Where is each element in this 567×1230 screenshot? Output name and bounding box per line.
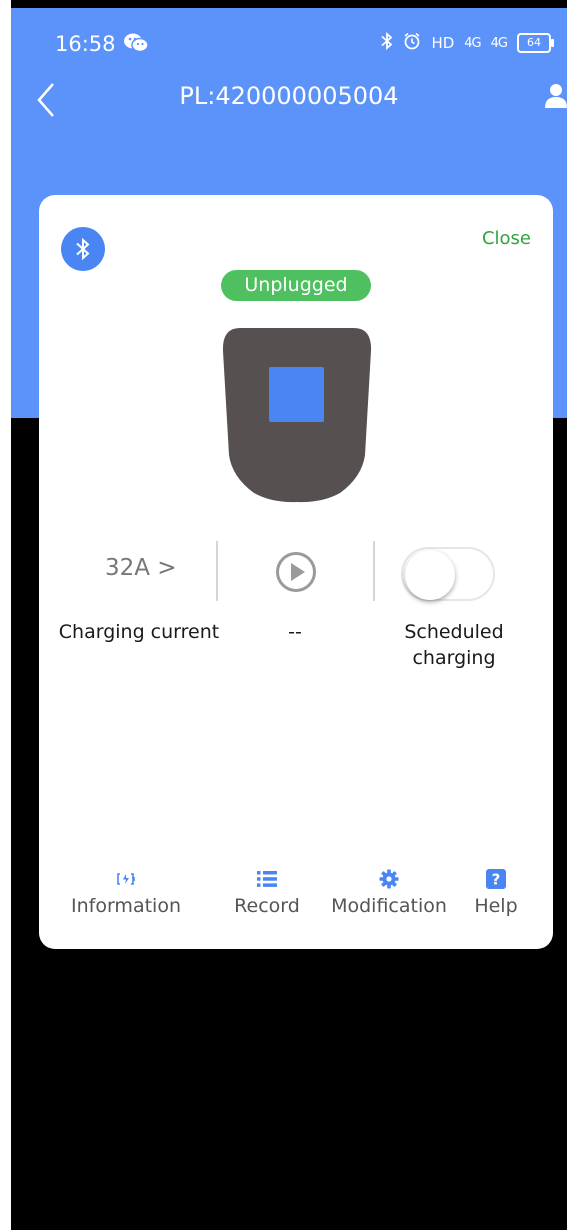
- toggle-knob: [405, 550, 455, 600]
- app-screen: 16:58 HD 4G 4G 64 PL:420000005004 Close …: [11, 0, 567, 1230]
- nav-help[interactable]: ? Help: [465, 867, 527, 917]
- divider: [373, 541, 375, 601]
- bluetooth-icon: [76, 237, 90, 261]
- svg-text:?: ?: [492, 871, 501, 889]
- alarm-icon: [403, 32, 421, 54]
- bluetooth-button[interactable]: [61, 227, 105, 271]
- charging-status-label: --: [288, 621, 302, 643]
- bottom-nav: Information Record Modification ? Help: [39, 867, 553, 927]
- nav-information[interactable]: Information: [71, 867, 181, 917]
- scheduled-charging-toggle[interactable]: [401, 547, 495, 601]
- wechat-icon: [123, 32, 149, 58]
- charging-current-label: Charging current: [58, 621, 220, 643]
- battery-charge-icon: [71, 867, 181, 891]
- close-button[interactable]: Close: [482, 228, 531, 249]
- status-time: 16:58: [55, 32, 116, 56]
- charging-current-selector[interactable]: 32A >: [105, 555, 177, 581]
- status-badge: Unplugged: [221, 270, 371, 301]
- nav-record-label: Record: [234, 895, 300, 917]
- scheduled-label-line2: charging: [412, 647, 496, 669]
- nav-information-label: Information: [71, 895, 181, 917]
- user-button[interactable]: [545, 82, 567, 112]
- charger-card: Close Unplugged 32A > Charging current -…: [39, 195, 553, 949]
- status-bar: 16:58 HD 4G 4G 64: [11, 30, 567, 62]
- nav-modification-label: Modification: [331, 895, 447, 917]
- signal-icon-1: 4G: [464, 35, 481, 51]
- status-indicators: HD 4G 4G 64: [381, 32, 554, 54]
- scheduled-charging-label: Scheduled charging: [389, 619, 519, 671]
- user-icon: [545, 84, 567, 108]
- signal-icon-2: 4G: [490, 35, 508, 51]
- play-icon: [276, 552, 316, 592]
- stop-button[interactable]: [269, 367, 324, 422]
- start-charging-button[interactable]: [275, 551, 317, 593]
- nav-modification[interactable]: Modification: [329, 867, 449, 917]
- divider: [216, 541, 218, 601]
- help-icon: ?: [465, 867, 527, 891]
- nav-help-label: Help: [474, 895, 518, 917]
- scheduled-label-line1: Scheduled: [404, 621, 504, 643]
- battery-icon: 64: [517, 33, 554, 53]
- control-row: 32A >: [39, 537, 553, 601]
- nav-record[interactable]: Record: [219, 867, 315, 917]
- list-icon: [219, 867, 315, 891]
- page-title: PL:420000005004: [179, 82, 399, 110]
- hd-indicator: HD: [431, 34, 455, 52]
- bluetooth-status-icon: [381, 32, 393, 54]
- gear-icon: [329, 867, 449, 891]
